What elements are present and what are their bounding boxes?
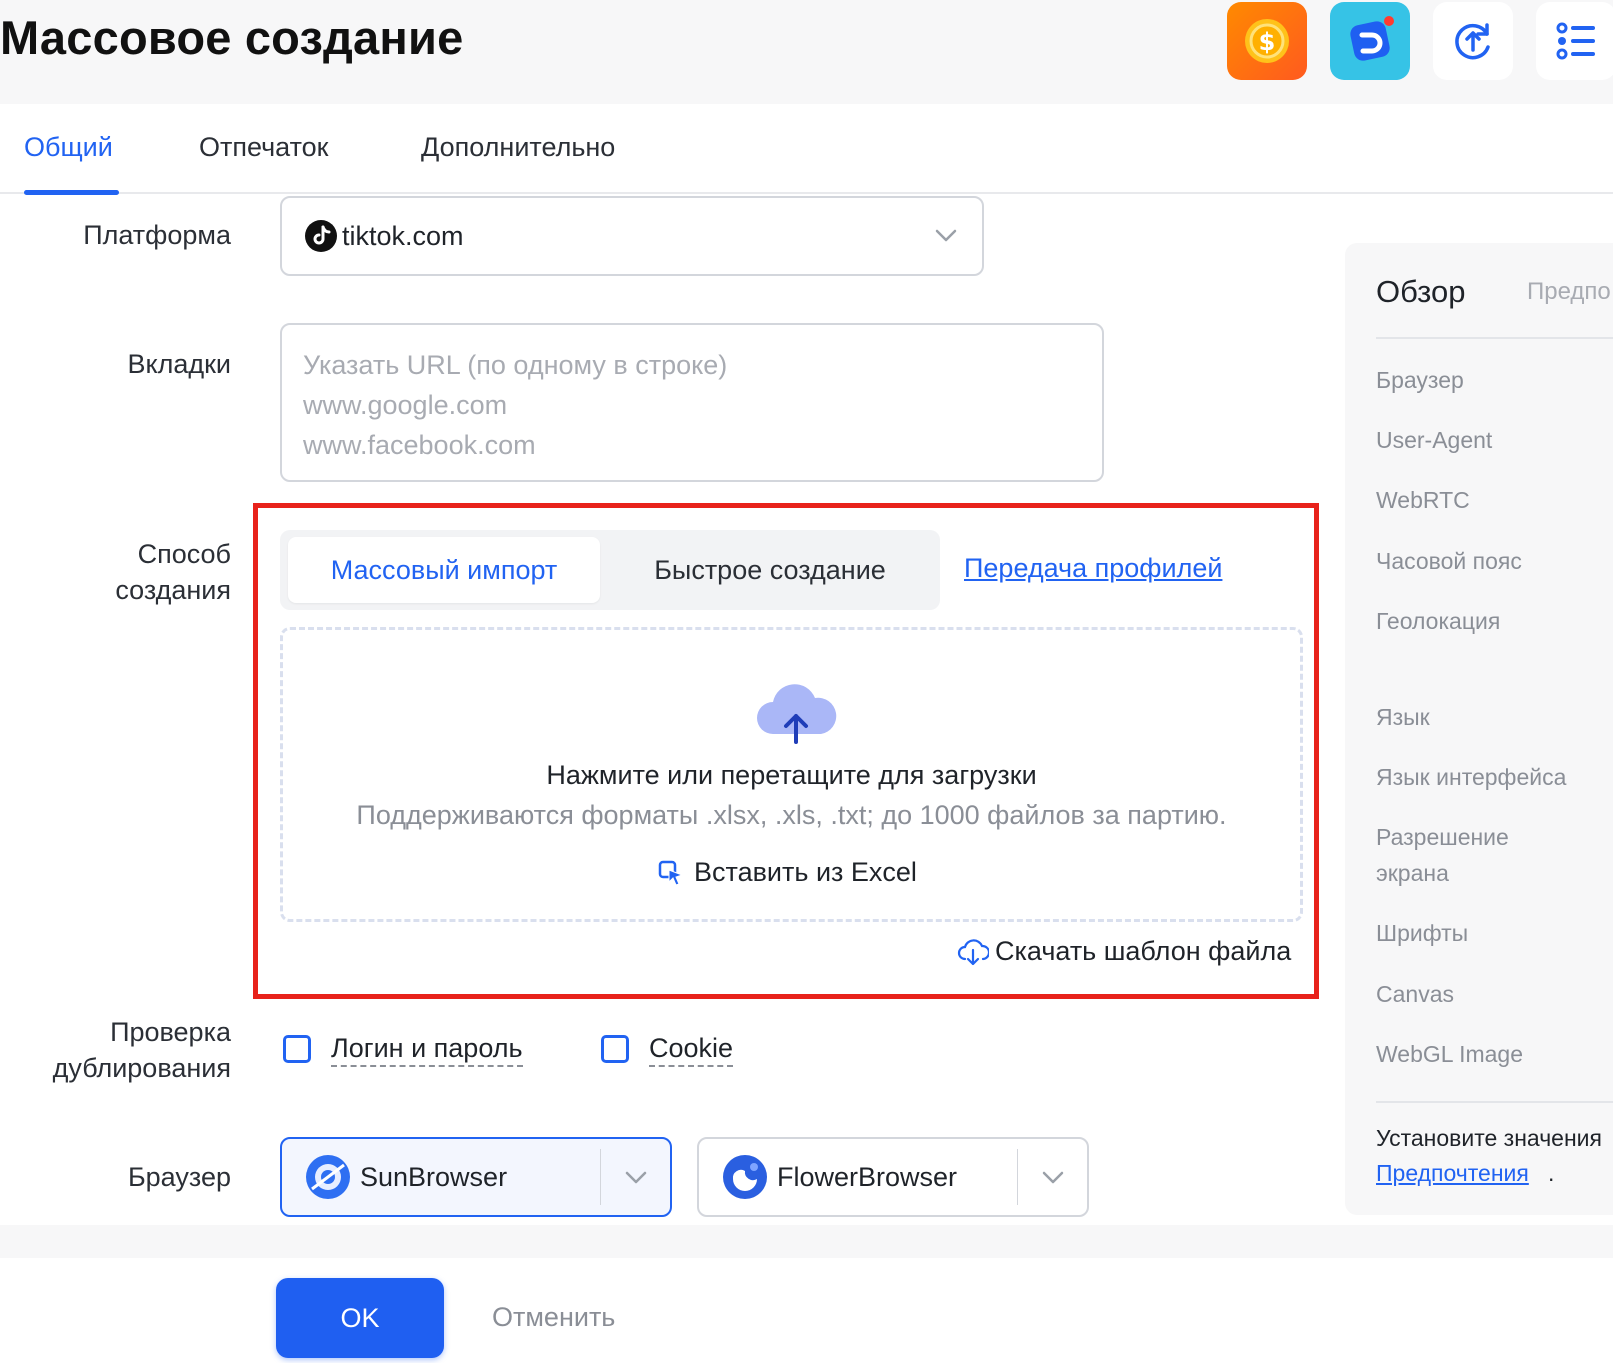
footer-separator: [0, 1225, 1613, 1259]
checkbox[interactable]: [283, 1035, 311, 1063]
tiktok-icon: [305, 220, 337, 252]
sunbrowser-label: SunBrowser: [360, 1161, 508, 1192]
sync-app-button[interactable]: [1330, 2, 1410, 80]
overview-divider: [1376, 337, 1613, 339]
page-title: Массовое создание: [0, 11, 464, 64]
cloud-download-icon: [957, 938, 989, 965]
paste-cursor-icon: [658, 860, 684, 886]
sunbrowser-select[interactable]: SunBrowser: [280, 1137, 672, 1217]
bulk-import-option[interactable]: Массовый импорт: [288, 537, 600, 603]
dup-check-label-line2: дублирования: [52, 1053, 231, 1083]
cancel-button[interactable]: Отменить: [492, 1302, 615, 1333]
tab-fingerprint[interactable]: Отпечаток: [199, 132, 329, 163]
overview-item-resolution-line2: экрана: [1376, 860, 1449, 886]
overview-item-webrtc: WebRTC: [1376, 487, 1470, 513]
overview-hint: Установите значения: [1376, 1125, 1602, 1151]
urls-placeholder-line: Указать URL (по одному в строке): [303, 350, 728, 380]
coin-icon: $: [1245, 19, 1289, 63]
dup-check-label-line1: Проверка: [110, 1017, 231, 1047]
overview-item-geolocation: Геолокация: [1376, 608, 1501, 634]
platform-label: Платформа: [83, 220, 231, 250]
chevron-down-icon: [1042, 1171, 1064, 1184]
flowerbrowser-select[interactable]: FlowerBrowser: [697, 1137, 1089, 1217]
quick-create-option[interactable]: Быстрое создание: [605, 537, 935, 603]
download-template-button[interactable]: Скачать шаблон файла: [957, 936, 1291, 967]
transfer-profiles-link[interactable]: Передача профилей: [964, 553, 1222, 584]
browser-label: Браузер: [127, 1162, 231, 1192]
tab-general[interactable]: Общий: [24, 132, 113, 163]
overview-item-language: Язык: [1376, 704, 1430, 730]
paste-from-excel-label: Вставить из Excel: [694, 857, 917, 887]
list-icon: [1556, 22, 1595, 60]
tab-bar: Общий Отпечаток Дополнительно: [0, 104, 1613, 195]
overview-title: Обзор: [1376, 274, 1466, 309]
upload-subtitle: Поддерживаются форматы .xlsx, .xls, .txt…: [356, 800, 1227, 830]
flowerbrowser-icon: [723, 1155, 767, 1199]
app-logo-icon: [1350, 16, 1394, 61]
urls-placeholder-line: www.facebook.com: [303, 430, 536, 460]
sunbrowser-icon: [306, 1155, 350, 1199]
overview-item-user-agent: User-Agent: [1376, 427, 1493, 453]
checkbox[interactable]: [601, 1035, 629, 1063]
paste-from-excel-button[interactable]: Вставить из Excel: [658, 857, 917, 888]
overview-item-timezone: Часовой пояс: [1376, 548, 1522, 574]
preview-tab[interactable]: Предпо: [1527, 278, 1611, 306]
header: Массовое создание $: [0, 0, 1613, 104]
platform-value: tiktok.com: [342, 220, 464, 251]
svg-text:$: $: [1259, 28, 1276, 56]
refresh-upload-icon: [1455, 23, 1490, 60]
overview-hint-period: .: [1548, 1160, 1555, 1186]
chevron-down-icon: [625, 1171, 647, 1184]
overview-item-fonts: Шрифты: [1376, 920, 1469, 946]
coin-reward-button[interactable]: $: [1227, 2, 1307, 80]
urls-textarea[interactable]: Указать URL (по одному в строке) www.goo…: [280, 323, 1104, 482]
creation-method-label-line2: создания: [115, 575, 231, 605]
list-menu-button[interactable]: [1536, 2, 1613, 80]
dup-check-cookie[interactable]: Cookie: [601, 1031, 734, 1067]
checkbox-label: Логин и пароль: [331, 1031, 523, 1067]
chevron-down-icon: [935, 229, 957, 242]
overview-item-resolution: Разрешение: [1376, 824, 1509, 850]
dup-check-login-password[interactable]: Логин и пароль: [283, 1031, 523, 1067]
upload-sync-button[interactable]: [1433, 2, 1513, 80]
select-divider: [1017, 1149, 1018, 1205]
overview-item-browser: Браузер: [1376, 367, 1464, 393]
flowerbrowser-label: FlowerBrowser: [777, 1161, 958, 1192]
overview-divider: [1376, 1101, 1613, 1103]
download-template-label: Скачать шаблон файла: [995, 936, 1292, 966]
upload-dropzone[interactable]: Нажмите или перетащите для загрузки Подд…: [280, 627, 1303, 922]
footer: [0, 1258, 1613, 1363]
creation-method-label: Способ создания: [115, 536, 231, 608]
checkbox-label: Cookie: [649, 1031, 734, 1067]
creation-method-label-line1: Способ: [137, 539, 231, 569]
bulk-create-dialog: Массовое создание $ Общий Отпечаток Допо…: [0, 0, 1613, 1363]
upload-title: Нажмите или перетащите для загрузки: [546, 760, 1037, 790]
select-divider: [600, 1149, 601, 1205]
overview-item-canvas: Canvas: [1376, 981, 1454, 1007]
ok-button[interactable]: OK: [276, 1278, 444, 1358]
dup-check-label: Проверка дублирования: [53, 1014, 231, 1086]
active-tab-indicator: [24, 190, 119, 195]
tabs-field-label: Вкладки: [127, 349, 231, 379]
creation-method-segmented: Массовый импорт Быстрое создание: [280, 530, 940, 610]
overview-item-ui-language: Язык интерфейса: [1376, 764, 1567, 790]
overview-item-webgl-image: WebGL Image: [1376, 1041, 1524, 1067]
tab-advanced[interactable]: Дополнительно: [421, 132, 615, 163]
cloud-upload-icon: [757, 684, 837, 744]
preferences-link[interactable]: Предпочтения: [1376, 1160, 1529, 1187]
platform-select[interactable]: tiktok.com: [280, 196, 984, 276]
urls-placeholder-line: www.google.com: [303, 390, 508, 420]
